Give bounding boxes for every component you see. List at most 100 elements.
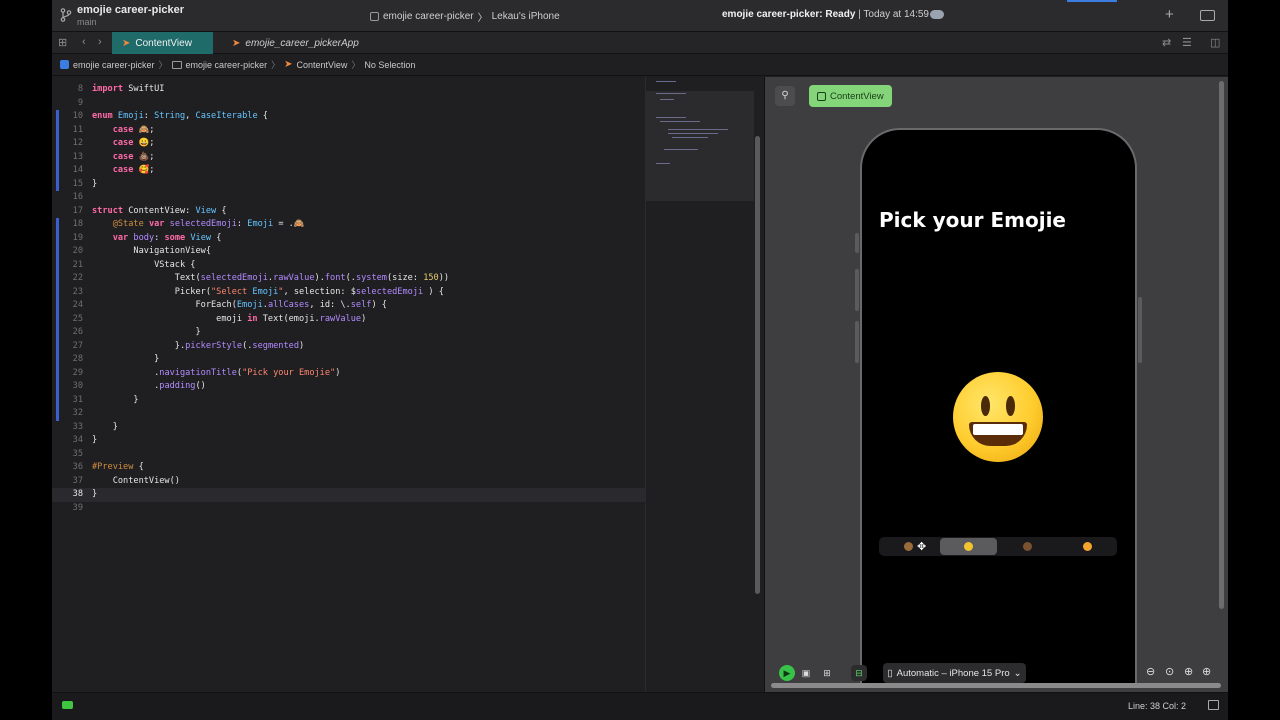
code-line[interactable]: 14 case 🥰; [52,164,645,178]
code-line[interactable]: 11 case 🙈; [52,123,645,137]
folder-icon [171,60,182,69]
grid-icon[interactable]: ⊞ [58,36,67,49]
code-line[interactable]: 8 import SwiftUI [52,83,645,97]
code-line[interactable]: 34} [52,434,645,448]
chevron-right-icon: 〉 [477,13,488,24]
code-line[interactable]: 33 } [52,421,645,435]
code-line[interactable]: 18 @State var selectedEmoji: Emoji = .🙈 [52,218,645,232]
code-text: case 🙈; [112,124,155,135]
code-line[interactable]: 35 [52,448,645,462]
jumpbar-group[interactable]: emojie career-picker [186,60,268,70]
change-indicator [56,353,59,367]
minimap-viewport[interactable] [646,91,754,201]
split-editor-icon[interactable]: ◫ [1210,36,1220,49]
jumpbar-selection[interactable]: No Selection [364,60,415,70]
emoji-segmented-picker[interactable]: ✥ [879,537,1117,556]
tab-app[interactable]: ➤ emojie_career_pickerApp [222,32,369,54]
line-number: 35 [72,448,83,459]
editor-options-icon[interactable]: ☰ [1182,36,1192,49]
minimap-line [656,117,686,118]
back-icon[interactable]: ‹ [82,36,86,48]
code-line[interactable]: 19 var body: some View { [52,231,645,245]
grinning-face-emoji [953,372,1043,462]
segment-grinning[interactable] [940,538,997,555]
canvas-vertical-scrollbar[interactable] [1219,81,1224,609]
tab-contentview[interactable]: ➤ ContentView [112,32,213,54]
code-line[interactable]: 13 case 💩; [52,150,645,164]
forward-icon[interactable]: › [98,36,102,48]
scheme-selector[interactable]: emojie career-picker 〉 Lekau's iPhone [370,9,560,69]
plus-icon[interactable]: + [1165,6,1174,23]
canvas-horizontal-scrollbar[interactable] [771,683,1221,688]
code-line[interactable]: 30 .padding() [52,380,645,394]
editor-scrollbar[interactable] [755,136,760,594]
code-text: case 😀; [112,138,155,148]
preview-icon [817,91,826,101]
code-line[interactable]: 27 }.pickerStyle(.segmented) [52,339,645,353]
device-label: Automatic – iPhone 15 Pro [896,667,1010,679]
hearts-emoji-icon [1083,542,1092,551]
code-line[interactable]: 31 } [52,393,645,407]
code-line[interactable]: 16 [52,191,645,205]
zoom-in-icon[interactable]: ⊕ [1184,665,1193,678]
code-line[interactable]: 17 struct ContentView: View { [52,205,645,219]
code-line[interactable]: 28 } [52,353,645,367]
code-line[interactable]: 32 [52,407,645,421]
preview-canvas: ⚲ ContentView Pick your Emojie ✥ ▶ ▣ ⊞ ⊟… [764,77,1228,692]
iphone-simulator[interactable]: Pick your Emojie ✥ [860,128,1137,688]
status-bar: Line: 38 Col: 2 [52,692,1228,720]
code-line[interactable]: 36 #Preview { [52,461,645,475]
code-text: emoji in Text(emoji.rawValue) [92,313,367,324]
debug-area-toggle-icon[interactable] [62,701,73,709]
pin-icon[interactable]: ⚲ [775,86,795,106]
jumpbar-project[interactable]: emojie career-picker [73,60,155,70]
branch-icon [60,8,72,22]
zoom-fit-icon[interactable]: ⊕ [1202,665,1211,678]
device-selector[interactable]: ▯ Automatic – iPhone 15 Pro ⌄ [883,663,1026,683]
selectable-mode-icon[interactable]: ▣ [798,665,814,681]
change-indicator [56,218,59,232]
segment-smiling-hearts[interactable] [1059,538,1116,555]
zoom-out-icon[interactable]: ⊖ [1146,665,1155,678]
code-line[interactable]: 39 [52,502,645,516]
live-preview-icon[interactable]: ▶ [779,665,795,681]
change-indicator [56,164,59,178]
variants-icon[interactable]: ⊞ [819,665,835,681]
code-line[interactable]: 20 NavigationView{ [52,245,645,259]
action-button [855,233,859,253]
code-line[interactable]: 38} [52,488,645,502]
zoom-actual-icon[interactable]: ⊙ [1165,665,1174,678]
preview-chip-label: ContentView [830,90,884,102]
code-line[interactable]: 23 Picker("Select Emoji", selection: $se… [52,285,645,299]
minimap[interactable] [645,77,754,692]
code-line[interactable]: 29 .navigationTitle("Pick your Emojie") [52,366,645,380]
code-line[interactable]: 15} [52,177,645,191]
code-line[interactable]: 25 emoji in Text(emoji.rawValue) [52,312,645,326]
code-line[interactable]: 9 [52,97,645,111]
run-destination-label[interactable]: Lekau's iPhone [492,11,560,22]
code-line[interactable]: 12 case 😀; [52,137,645,151]
code-line[interactable]: 26 } [52,326,645,340]
segment-poop[interactable] [999,538,1056,555]
panel-toggle-icon[interactable] [1208,700,1219,710]
change-indicator [56,137,59,151]
change-indicator [56,231,59,245]
code-line[interactable]: 22 Text(selectedEmoji.rawValue).font(.sy… [52,272,645,286]
device-settings-icon[interactable]: ⊟ [851,665,867,681]
code-line[interactable]: 21 VStack { [52,258,645,272]
cloud-icon[interactable] [930,10,944,19]
jumpbar-file[interactable]: ContentView [296,60,347,70]
line-number: 38 [72,489,83,499]
inspector-toggle-icon[interactable] [1200,10,1215,21]
code-line[interactable]: 24 ForEach(Emoji.allCases, id: \.self) { [52,299,645,313]
code-line[interactable]: 10 enum Emoji: String, CaseIterable { [52,110,645,124]
change-indicator [56,407,59,421]
segment-see-no-evil[interactable] [880,538,937,555]
emoji-eye [981,396,990,416]
preview-chip[interactable]: ContentView [809,85,892,107]
source-editor[interactable]: 8 import SwiftUI 9 10 enum Emoji: String, Ca… [52,77,645,692]
code-line[interactable]: 37 ContentView() [52,475,645,489]
jump-bar: emojie career-picker 〉 emojie career-pic… [52,54,1228,76]
code-text: NavigationView{ [92,246,211,256]
refresh-icon[interactable]: ⇄ [1162,36,1171,49]
